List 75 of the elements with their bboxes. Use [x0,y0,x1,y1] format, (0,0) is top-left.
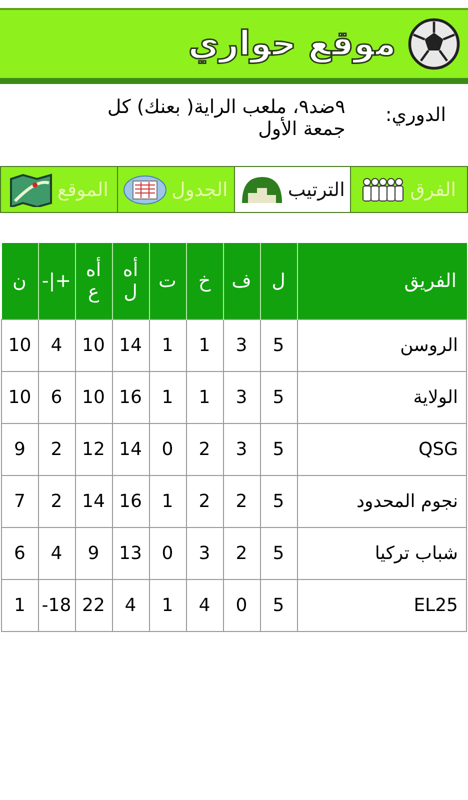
league-label: الدوري: [385,103,446,128]
table-cell: شباب تركيا [297,528,466,580]
map-icon [9,172,54,206]
table-cell: 14 [112,424,149,476]
table-cell: 9 [2,424,38,476]
site-title: موقع حواري [188,24,396,64]
table-cell: 5 [260,320,297,372]
table-cell: 10 [75,320,112,372]
podium-icon [240,174,284,204]
table-cell: 5 [260,580,297,632]
table-cell: 2 [223,476,260,528]
tab[interactable]: الترتيب [234,166,352,212]
column-header: ن [2,243,38,320]
table-cell: 2 [186,476,223,528]
table-cell: 1 [149,476,186,528]
table-cell: 5 [260,372,297,424]
table-cell: 2 [38,476,75,528]
tab[interactable]: الفرق [351,166,468,212]
league-value: ٩ضد٩، ملعب الراية( بعنك) كل جمعة الأول [106,96,346,142]
table-cell: 0 [223,580,260,632]
table-cell: 10 [2,372,38,424]
table-cell: 16 [112,476,149,528]
players-icon [362,176,406,202]
table-cell: -18 [38,580,75,632]
table-cell: 4 [38,528,75,580]
table-cell: 1 [149,372,186,424]
table-cell: 0 [149,528,186,580]
table-cell: 5 [260,528,297,580]
table-cell: 7 [2,476,38,528]
table-cell: 6 [2,528,38,580]
column-header: الفريق [297,243,466,320]
table-cell: 2 [223,528,260,580]
table-cell: 14 [75,476,112,528]
column-header: أه ل [112,243,149,320]
tab[interactable]: الجدول [118,166,234,212]
table-cell: QSG [297,424,466,476]
table-cell: 6 [38,372,75,424]
table-cell: 4 [38,320,75,372]
table-cell: الروسن [297,320,466,372]
column-header: +|- [38,243,75,320]
table-cell: EL25 [297,580,466,632]
table-cell: 10 [2,320,38,372]
table-cell: 1 [149,320,186,372]
table-cell: الولاية [297,372,466,424]
table-cell: 5 [260,476,297,528]
table-cell: نجوم المحدود [297,476,466,528]
schedule-board-icon [123,174,168,204]
table-cell: 3 [186,528,223,580]
table-cell: 16 [112,372,149,424]
column-header: خ [186,243,223,320]
table-cell: 2 [38,424,75,476]
table-cell: 1 [149,580,186,632]
table-cell: 10 [75,372,112,424]
table-cell: 14 [112,320,149,372]
table-cell: 12 [75,424,112,476]
table-cell: 1 [186,320,223,372]
column-header: ف [223,243,260,320]
table-cell: 9 [75,528,112,580]
table-cell: 3 [223,424,260,476]
column-header: أه ع [75,243,112,320]
table-cell: 13 [112,528,149,580]
table-cell: 1 [186,372,223,424]
soccer-ball-icon [406,16,462,72]
table-cell: 22 [75,580,112,632]
table-cell: 3 [223,320,260,372]
table-cell: 4 [186,580,223,632]
table-cell: 5 [260,424,297,476]
column-header: ت [149,243,186,320]
column-header: ل [260,243,297,320]
table-cell: 4 [112,580,149,632]
tab[interactable]: الموقع [0,166,118,212]
table-cell: 2 [186,424,223,476]
table-cell: 0 [149,424,186,476]
table-cell: 1 [2,580,38,632]
table-cell: 3 [223,372,260,424]
